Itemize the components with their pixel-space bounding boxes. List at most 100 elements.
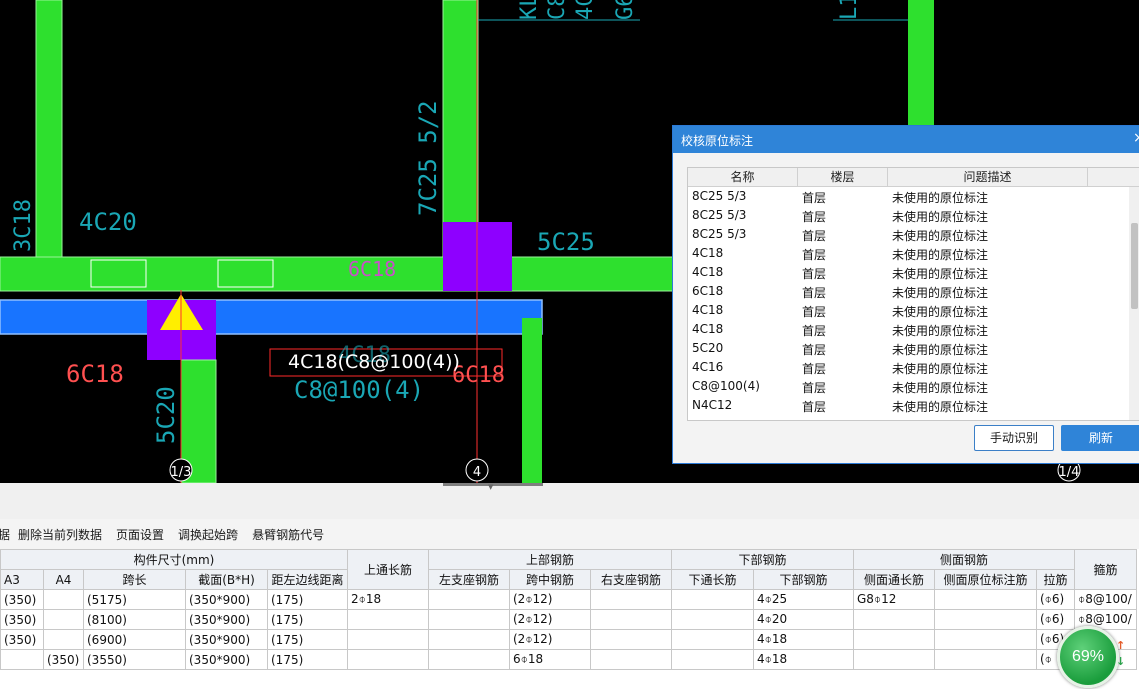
cell-left[interactable] <box>428 589 510 610</box>
list-item[interactable]: 4C18 首层 未使用的原位标注 <box>688 264 1128 283</box>
cell-tie[interactable]: (⌽6) <box>1036 589 1075 610</box>
close-icon[interactable]: × <box>1133 130 1139 146</box>
cell-bottom[interactable]: 4⌽20 <box>753 609 854 630</box>
cell-span[interactable]: (8100) <box>83 609 186 630</box>
column-header-name[interactable]: 名称 <box>688 168 798 186</box>
cell-span[interactable]: (5175) <box>83 589 186 610</box>
cell-left[interactable] <box>428 649 510 670</box>
cell-left[interactable] <box>428 629 510 650</box>
cell-tie[interactable]: (⌽6) <box>1036 609 1075 630</box>
table-row[interactable]: (350) (6900) (350*900) (175) (2⌽12) 4⌽18… <box>0 629 1137 650</box>
cell-bot-through[interactable] <box>671 589 754 610</box>
column-header-desc[interactable]: 问题描述 <box>888 168 1088 186</box>
cell-edge[interactable]: (175) <box>267 589 348 610</box>
chevron-down-icon[interactable]: ▼ <box>488 484 493 491</box>
table-row[interactable]: (350) (8100) (350*900) (175) (2⌽12) 4⌽20… <box>0 609 1137 630</box>
cell-a4[interactable] <box>43 589 84 610</box>
table-row[interactable]: (350) (3550) (350*900) (175) 6⌽18 4⌽18 (… <box>0 649 1137 670</box>
list-item[interactable]: C8@100(4) 首层 未使用的原位标注 <box>688 378 1128 397</box>
column-center[interactable] <box>442 0 479 259</box>
cell-mid[interactable]: (2⌽12) <box>509 609 591 630</box>
cell-mid[interactable]: (2⌽12) <box>509 629 591 650</box>
list-scrollbar[interactable] <box>1129 187 1139 420</box>
rebar-table[interactable]: 构件尺寸(mm) 上通长筋 上部钢筋 下部钢筋 侧面钢筋 箍筋 A3 A4 跨长… <box>0 549 1139 689</box>
toolbar-item-truncated[interactable]: 据 <box>0 526 10 543</box>
cell-side-inplace[interactable] <box>934 649 1037 670</box>
cell-a4[interactable] <box>43 629 84 650</box>
cell-section[interactable]: (350*900) <box>185 649 268 670</box>
beam-selected-blue[interactable] <box>0 299 543 335</box>
cell-bot-through[interactable] <box>671 609 754 630</box>
list-item[interactable]: N4C12 首层 未使用的原位标注 <box>688 397 1128 416</box>
list-item[interactable]: 8C25 5/3 首层 未使用的原位标注 <box>688 188 1128 207</box>
cell-span[interactable]: (3550) <box>83 649 186 670</box>
list-item[interactable]: 8C25 5/3 首层 未使用的原位标注 <box>688 207 1128 226</box>
toolbar-delete-column-data[interactable]: 删除当前列数据 <box>18 526 102 543</box>
cell-top-through[interactable] <box>347 629 429 650</box>
cell-right[interactable] <box>590 609 672 630</box>
cell-bottom[interactable]: 4⌽18 <box>753 649 854 670</box>
cell-bottom[interactable]: 4⌽25 <box>753 589 854 610</box>
panel-splitter[interactable]: ▼ <box>0 483 1139 498</box>
beam-horizontal-green[interactable] <box>0 256 691 292</box>
manual-identify-button[interactable]: 手动识别 <box>974 425 1054 451</box>
issue-list[interactable]: 名称 楼层 问题描述 8C25 5/3 首层 未使用的原位标注 8C25 5/3 首层… <box>687 167 1139 421</box>
cell-section[interactable]: (350*900) <box>185 589 268 610</box>
cell-mid[interactable]: 6⌽18 <box>509 649 591 670</box>
column-header-floor[interactable]: 楼层 <box>798 168 888 186</box>
check-annotation-dialog[interactable]: 校核原位标注 × 名称 楼层 问题描述 8C25 5/3 首层 未使用的原位标注 8… <box>672 125 1139 464</box>
list-item[interactable]: 4C18 首层 未使用的原位标注 <box>688 245 1128 264</box>
cell-side-inplace[interactable] <box>934 589 1037 610</box>
cell-stirrup[interactable]: ⌽8@100/ <box>1074 589 1137 610</box>
toolbar-page-setup[interactable]: 页面设置 <box>116 526 164 543</box>
dialog-titlebar[interactable]: 校核原位标注 × <box>673 126 1139 153</box>
toolbar-cantilever-code[interactable]: 悬臂钢筋代号 <box>252 526 324 543</box>
cell-bot-through[interactable] <box>671 649 754 670</box>
cell-mid[interactable]: (2⌽12) <box>509 589 591 610</box>
cell-a3[interactable] <box>0 649 44 670</box>
column-left[interactable] <box>35 0 63 259</box>
cell-bottom[interactable]: 4⌽18 <box>753 629 854 650</box>
list-item[interactable]: 5C20 首层 未使用的原位标注 <box>688 340 1128 359</box>
cell-span[interactable]: (6900) <box>83 629 186 650</box>
cell-side-inplace[interactable] <box>934 629 1037 650</box>
cell-side-inplace[interactable] <box>934 609 1037 630</box>
cell-side-through[interactable] <box>853 649 935 670</box>
scrollbar-thumb[interactable] <box>1131 223 1138 309</box>
cell-left[interactable] <box>428 609 510 630</box>
cell-edge[interactable]: (175) <box>267 649 348 670</box>
list-item[interactable]: 4C18 首层 未使用的原位标注 <box>688 302 1128 321</box>
item-desc: 未使用的原位标注 <box>892 343 989 357</box>
list-item[interactable]: 6C18 首层 未使用的原位标注 <box>688 283 1128 302</box>
cell-top-through[interactable]: 2⌽18 <box>347 589 429 610</box>
toolbar-swap-start-span[interactable]: 调换起始跨 <box>178 526 238 543</box>
cell-side-through[interactable] <box>853 629 935 650</box>
cell-right[interactable] <box>590 629 672 650</box>
cell-right[interactable] <box>590 589 672 610</box>
list-item[interactable]: 4C18 首层 未使用的原位标注 <box>688 321 1128 340</box>
cell-edge[interactable]: (175) <box>267 609 348 630</box>
cell-a4[interactable] <box>43 609 84 630</box>
cell-right[interactable] <box>590 649 672 670</box>
cell-edge[interactable]: (175) <box>267 629 348 650</box>
cell-section[interactable]: (350*900) <box>185 609 268 630</box>
cell-top-through[interactable] <box>347 609 429 630</box>
item-desc: 未使用的原位标注 <box>892 210 989 224</box>
list-item[interactable]: 8C25 5/3 首层 未使用的原位标注 <box>688 226 1128 245</box>
cell-bot-through[interactable] <box>671 629 754 650</box>
column-right-top[interactable] <box>908 0 934 128</box>
table-row[interactable]: (350) (5175) (350*900) (175) 2⌽18 (2⌽12)… <box>0 589 1137 610</box>
cell-a3[interactable]: (350) <box>0 589 44 610</box>
cell-section[interactable]: (350*900) <box>185 629 268 650</box>
cell-top-through[interactable] <box>347 649 429 670</box>
rebar-grid[interactable]: 构件尺寸(mm) 上通长筋 上部钢筋 下部钢筋 侧面钢筋 箍筋 A3 A4 跨长… <box>0 549 1137 670</box>
list-item[interactable]: 4C16 首层 未使用的原位标注 <box>688 359 1128 378</box>
refresh-button[interactable]: 刷新 <box>1061 425 1139 451</box>
cell-side-through[interactable]: G8⌽12 <box>853 589 935 610</box>
cell-a4[interactable]: (350) <box>43 649 84 670</box>
cell-side-through[interactable] <box>853 609 935 630</box>
cell-a3[interactable]: (350) <box>0 609 44 630</box>
column-lower-right[interactable] <box>522 334 542 483</box>
cell-a3[interactable]: (350) <box>0 629 44 650</box>
progress-indicator[interactable]: 69% <box>1057 626 1119 688</box>
